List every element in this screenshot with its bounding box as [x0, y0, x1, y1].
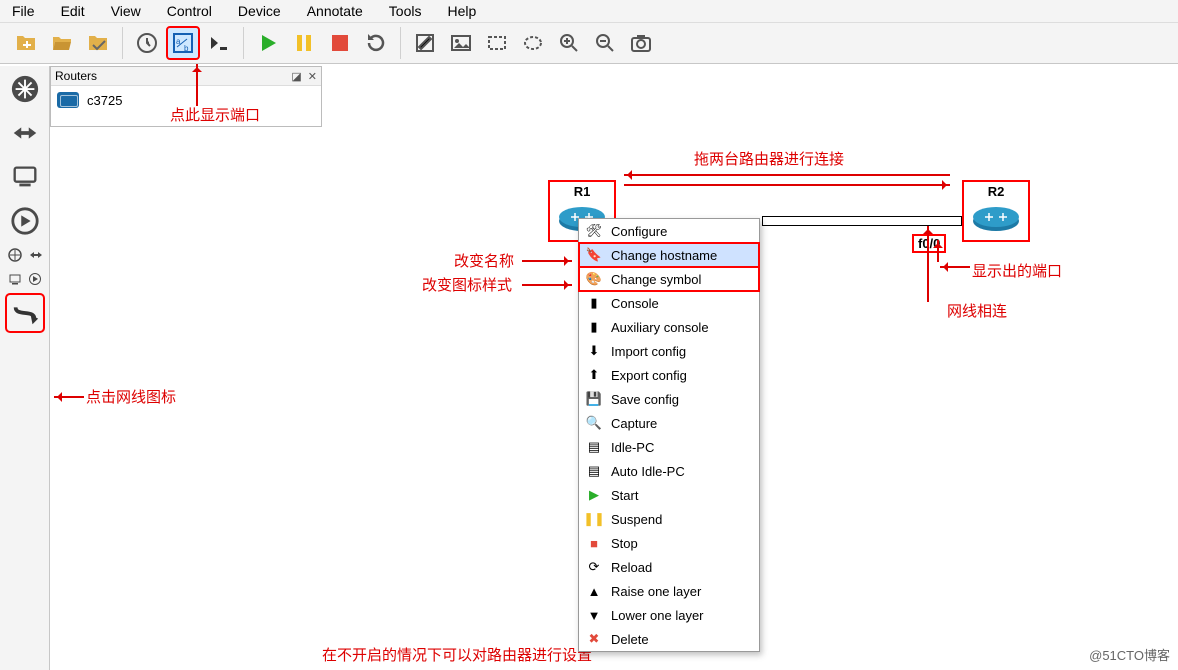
add-link-button[interactable]	[6, 294, 44, 332]
panel-close-icon[interactable]: ✕	[308, 70, 317, 83]
ctx-stop[interactable]: ■Stop	[579, 531, 759, 555]
start-all-button[interactable]	[252, 27, 284, 59]
anno-show-port: 点此显示端口	[170, 104, 260, 125]
reload-icon: ⟳	[585, 558, 603, 576]
pause-icon: ❚❚	[585, 510, 603, 528]
ctx-export-config[interactable]: ⬆Export config	[579, 363, 759, 387]
play-icon: ▶	[585, 486, 603, 504]
import-icon: ⬇	[585, 342, 603, 360]
node-context-menu: 🛠Configure 🔖Change hostname 🎨Change symb…	[578, 218, 760, 652]
end-devices-category-button[interactable]	[6, 158, 44, 196]
new-project-button[interactable]	[10, 27, 42, 59]
menu-view[interactable]: View	[107, 2, 145, 20]
device-dock	[0, 66, 50, 670]
open-project-button[interactable]	[46, 27, 78, 59]
zoom-out-button[interactable]	[589, 27, 621, 59]
menu-bar: File Edit View Control Device Annotate T…	[0, 0, 1178, 22]
ctx-change-symbol[interactable]: 🎨Change symbol	[579, 267, 759, 291]
delete-icon: ✖	[585, 630, 603, 648]
node-r2-label: R2	[966, 184, 1026, 199]
anno-change-symbol: 改变图标样式	[422, 274, 512, 295]
ctx-aux-console[interactable]: ▮Auxiliary console	[579, 315, 759, 339]
browse-pc-button[interactable]	[6, 270, 24, 288]
terminal-icon: ▮	[585, 294, 603, 312]
stop-all-button[interactable]	[324, 27, 356, 59]
ctx-suspend[interactable]: ❚❚Suspend	[579, 507, 759, 531]
main-toolbar: ab	[0, 22, 1178, 64]
symbol-icon: 🎨	[585, 270, 603, 288]
anno-shown-port: 显示出的端口	[972, 260, 1062, 281]
browse-fw-button[interactable]	[26, 270, 44, 288]
anno-drag-connect: 拖两台路由器进行连接	[694, 148, 844, 169]
save-project-button[interactable]	[82, 27, 114, 59]
anno-click-cable: 点击网线图标	[86, 386, 176, 407]
routers-category-button[interactable]	[6, 70, 44, 108]
export-icon: ⬆	[585, 366, 603, 384]
ctx-start[interactable]: ▶Start	[579, 483, 759, 507]
ctx-lower-layer[interactable]: ▼Lower one layer	[579, 603, 759, 627]
panel-undock-icon[interactable]: ◪	[291, 70, 301, 83]
tag-icon: 🔖	[585, 246, 603, 264]
menu-help[interactable]: Help	[443, 2, 480, 20]
browse-all-button[interactable]	[6, 246, 24, 264]
console-all-button[interactable]	[203, 27, 235, 59]
draw-ellipse-button[interactable]	[517, 27, 549, 59]
anno-note: 在不开启的情况下可以对路由器进行设置	[322, 644, 592, 665]
draw-rectangle-button[interactable]	[481, 27, 513, 59]
browse-all2-button[interactable]	[26, 246, 44, 264]
ctx-change-hostname[interactable]: 🔖Change hostname	[579, 243, 759, 267]
snapshot-button[interactable]	[131, 27, 163, 59]
ctx-console[interactable]: ▮Console	[579, 291, 759, 315]
ctx-import-config[interactable]: ⬇Import config	[579, 339, 759, 363]
wrench-icon: 🛠	[585, 222, 603, 240]
router-template-label: c3725	[87, 93, 122, 108]
reload-all-button[interactable]	[360, 27, 392, 59]
cpu-icon: ▤	[585, 438, 603, 456]
insert-image-button[interactable]	[445, 27, 477, 59]
menu-edit[interactable]: Edit	[57, 2, 89, 20]
ctx-raise-layer[interactable]: ▲Raise one layer	[579, 579, 759, 603]
ctx-reload[interactable]: ⟳Reload	[579, 555, 759, 579]
ctx-capture[interactable]: 🔍Capture	[579, 411, 759, 435]
show-port-labels-button[interactable]: ab	[167, 27, 199, 59]
ctx-idle-pc[interactable]: ▤Idle-PC	[579, 435, 759, 459]
ctx-delete[interactable]: ✖Delete	[579, 627, 759, 651]
security-category-button[interactable]	[6, 202, 44, 240]
add-note-button[interactable]	[409, 27, 441, 59]
pause-all-button[interactable]	[288, 27, 320, 59]
router-icon	[971, 201, 1021, 233]
svg-text:b: b	[184, 44, 189, 53]
ctx-auto-idle-pc[interactable]: ▤Auto Idle-PC	[579, 459, 759, 483]
node-r1-label: R1	[552, 184, 612, 199]
ctx-configure[interactable]: 🛠Configure	[579, 219, 759, 243]
watermark: @51CTO博客	[1089, 645, 1170, 664]
anno-change-name: 改变名称	[454, 250, 514, 271]
cpu-icon: ▤	[585, 462, 603, 480]
menu-file[interactable]: File	[8, 2, 39, 20]
panel-title: Routers	[55, 69, 97, 83]
terminal-icon: ▮	[585, 318, 603, 336]
screenshot-button[interactable]	[625, 27, 657, 59]
save-icon: 💾	[585, 390, 603, 408]
switches-category-button[interactable]	[6, 114, 44, 152]
layer-down-icon: ▼	[585, 606, 603, 624]
layer-up-icon: ▲	[585, 582, 603, 600]
menu-control[interactable]: Control	[163, 2, 216, 20]
menu-annotate[interactable]: Annotate	[303, 2, 367, 20]
router-icon	[57, 92, 79, 108]
node-r2[interactable]: R2	[966, 184, 1026, 238]
stop-icon: ■	[585, 534, 603, 552]
anno-wired: 网线相连	[947, 300, 1007, 321]
menu-device[interactable]: Device	[234, 2, 285, 20]
capture-icon: 🔍	[585, 414, 603, 432]
menu-tools[interactable]: Tools	[385, 2, 426, 20]
ctx-save-config[interactable]: 💾Save config	[579, 387, 759, 411]
zoom-in-button[interactable]	[553, 27, 585, 59]
